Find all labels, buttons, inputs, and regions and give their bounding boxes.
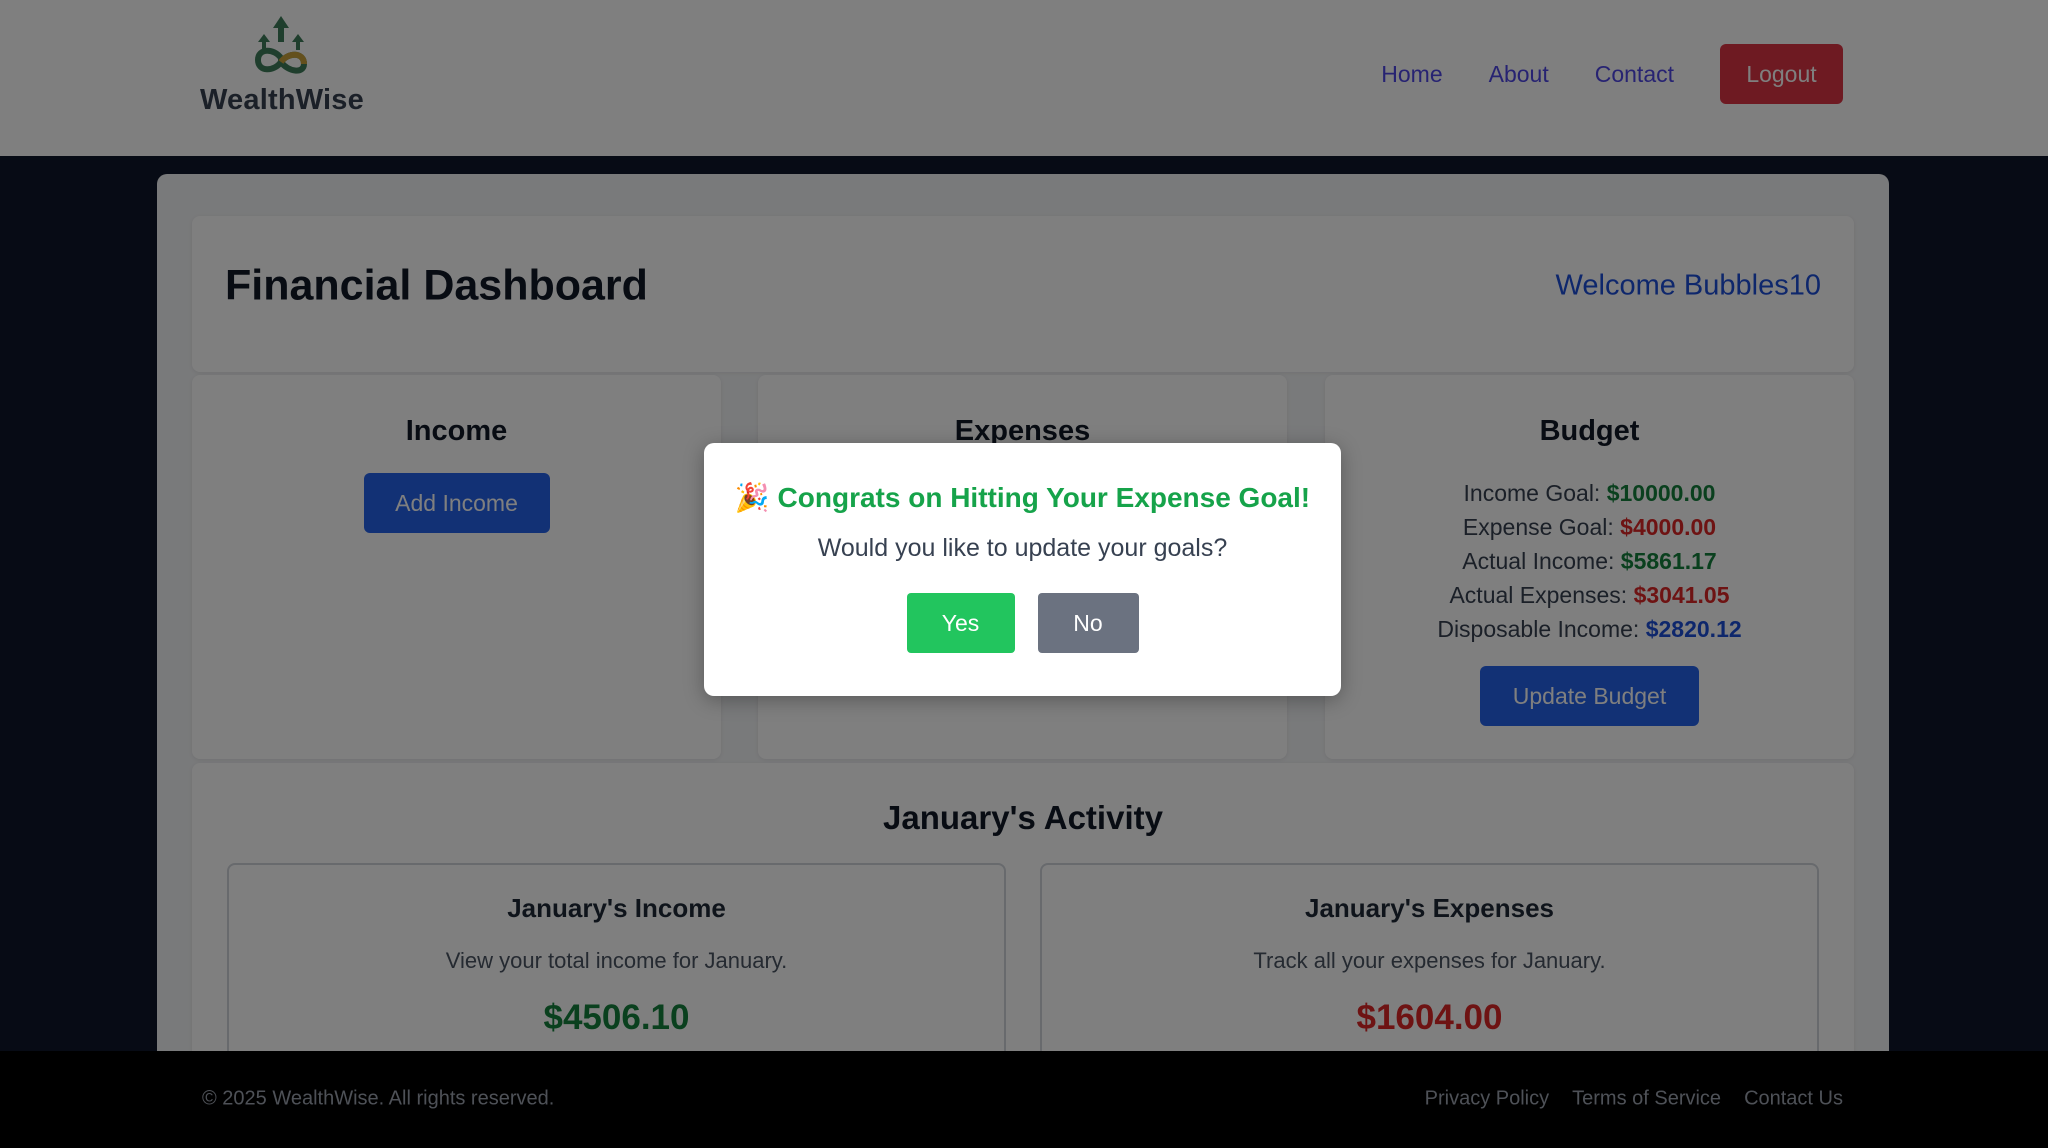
- no-button[interactable]: No: [1037, 593, 1139, 653]
- modal-actions: Yes No: [704, 593, 1341, 653]
- modal-title-text: Congrats on Hitting Your Expense Goal!: [777, 482, 1311, 513]
- goal-congrats-modal: 🎉 Congrats on Hitting Your Expense Goal!…: [704, 443, 1341, 696]
- modal-message: Would you like to update your goals?: [817, 534, 1228, 562]
- yes-button[interactable]: Yes: [906, 593, 1015, 653]
- party-popper-icon: 🎉: [734, 482, 770, 513]
- modal-title: 🎉 Congrats on Hitting Your Expense Goal!: [704, 481, 1341, 514]
